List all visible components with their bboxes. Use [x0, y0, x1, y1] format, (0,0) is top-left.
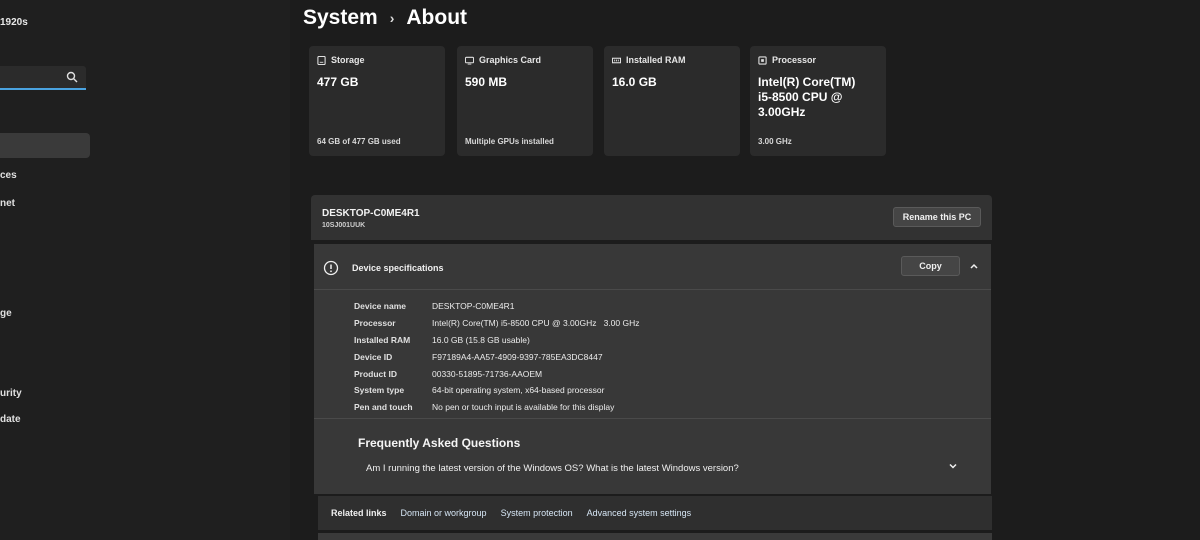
spec-value: Intel(R) Core(TM) i5-8500 CPU @ 3.00GHz … [432, 318, 640, 329]
faq-question[interactable]: Am I running the latest version of the W… [366, 463, 739, 474]
sidebar-item-devices[interactable]: ces [0, 170, 17, 181]
device-name-row: DESKTOP-C0ME4R1 10SJ001UUK Rename this P… [311, 195, 992, 240]
search-input[interactable] [0, 66, 60, 88]
card-value: 590 MB [465, 75, 508, 89]
sidebar-item-language[interactable]: ge [0, 308, 12, 319]
link-system-protection[interactable]: System protection [501, 508, 573, 518]
card-subtext: 3.00 GHz [758, 137, 792, 146]
info-icon [323, 260, 339, 276]
faq-title: Frequently Asked Questions [358, 436, 521, 450]
spec-label: Product ID [354, 368, 397, 379]
spec-label: Pen and touch [354, 402, 413, 413]
spec-value: F97189A4-AA57-4909-9397-785EA3DC8447 [432, 351, 603, 362]
card-value: Intel(R) Core(TM) i5-8500 CPU @ 3.00GHz [758, 75, 856, 119]
chevron-down-icon[interactable] [948, 461, 958, 471]
link-domain-or-workgroup[interactable]: Domain or workgroup [401, 508, 487, 518]
search-icon[interactable] [66, 71, 78, 83]
graphics-card-icon [465, 56, 474, 65]
profile-name: 1920s [0, 17, 28, 28]
rename-pc-button[interactable]: Rename this PC [893, 207, 981, 227]
related-links-row: Related links Domain or workgroup System… [318, 496, 992, 530]
breadcrumb-system[interactable]: System [303, 6, 378, 30]
processor-card[interactable]: Processor Intel(R) Core(TM) i5-8500 CPU … [750, 46, 886, 156]
card-title: Processor [772, 55, 817, 65]
spec-value: 16.0 GB (15.8 GB usable) [432, 334, 530, 345]
card-title: Storage [331, 55, 365, 65]
sidebar-item-security[interactable]: urity [0, 388, 22, 399]
page-title: About [406, 6, 468, 29]
sidebar-item-network[interactable]: net [0, 198, 15, 209]
spec-label: System type [354, 385, 405, 396]
device-specifications-header[interactable]: Device specifications Copy [314, 244, 991, 290]
spec-row: System type 64-bit operating system, x64… [354, 382, 640, 399]
card-subtext: 64 GB of 477 GB used [317, 137, 401, 146]
sidebar-item-update[interactable]: date [0, 414, 21, 425]
search-box[interactable] [0, 66, 86, 90]
ram-icon [612, 57, 621, 63]
installed-ram-card[interactable]: Installed RAM 16.0 GB [604, 46, 740, 156]
processor-icon [758, 55, 767, 65]
spec-label: Processor [354, 318, 396, 329]
storage-card[interactable]: Storage 477 GB 64 GB of 477 GB used [309, 46, 445, 156]
spec-row: Device ID F97189A4-AA57-4909-9397-785EA3… [354, 348, 640, 365]
sidebar: 1920s ces net ge urity date [0, 0, 290, 540]
chevron-up-icon[interactable] [969, 261, 979, 271]
spec-value: 64-bit operating system, x64-based proce… [432, 385, 605, 396]
copy-button[interactable]: Copy [901, 256, 960, 276]
spec-value: No pen or touch input is available for t… [432, 402, 615, 413]
card-subtext: Multiple GPUs installed [465, 137, 554, 146]
next-section-edge [318, 533, 992, 540]
sidebar-item-system[interactable] [0, 133, 90, 158]
spec-value: DESKTOP-C0ME4R1 [432, 301, 515, 312]
card-title: Installed RAM [626, 55, 686, 65]
spec-row: Product ID 00330-51895-71736-AAOEM [354, 365, 640, 382]
spec-row: Pen and touch No pen or touch input is a… [354, 399, 640, 416]
breadcrumb: System › About [303, 6, 467, 30]
spec-row: Processor Intel(R) Core(TM) i5-8500 CPU … [354, 315, 640, 332]
section-title: Device specifications [352, 263, 444, 273]
spec-table: Device name DESKTOP-C0ME4R1 Processor In… [354, 298, 640, 416]
device-specifications-section: Device specifications Copy Device name D… [314, 244, 991, 494]
spec-label: Device name [354, 301, 406, 312]
spec-label: Device ID [354, 351, 393, 362]
graphics-card-card[interactable]: Graphics Card 590 MB Multiple GPUs insta… [457, 46, 593, 156]
link-advanced-system-settings[interactable]: Advanced system settings [587, 508, 692, 518]
divider [314, 418, 991, 419]
related-links-label: Related links [331, 508, 387, 518]
spec-row: Installed RAM 16.0 GB (15.8 GB usable) [354, 332, 640, 349]
spec-value: 00330-51895-71736-AAOEM [432, 368, 543, 379]
spec-label: Installed RAM [354, 334, 411, 345]
card-title: Graphics Card [479, 55, 542, 65]
spec-row: Device name DESKTOP-C0ME4R1 [354, 298, 640, 315]
chevron-right-icon: › [389, 10, 395, 26]
device-model: 10SJ001UUK [322, 222, 366, 229]
card-value: 477 GB [317, 75, 359, 89]
device-name: DESKTOP-C0ME4R1 [322, 208, 420, 219]
card-value: 16.0 GB [612, 75, 657, 89]
storage-icon [317, 55, 326, 65]
